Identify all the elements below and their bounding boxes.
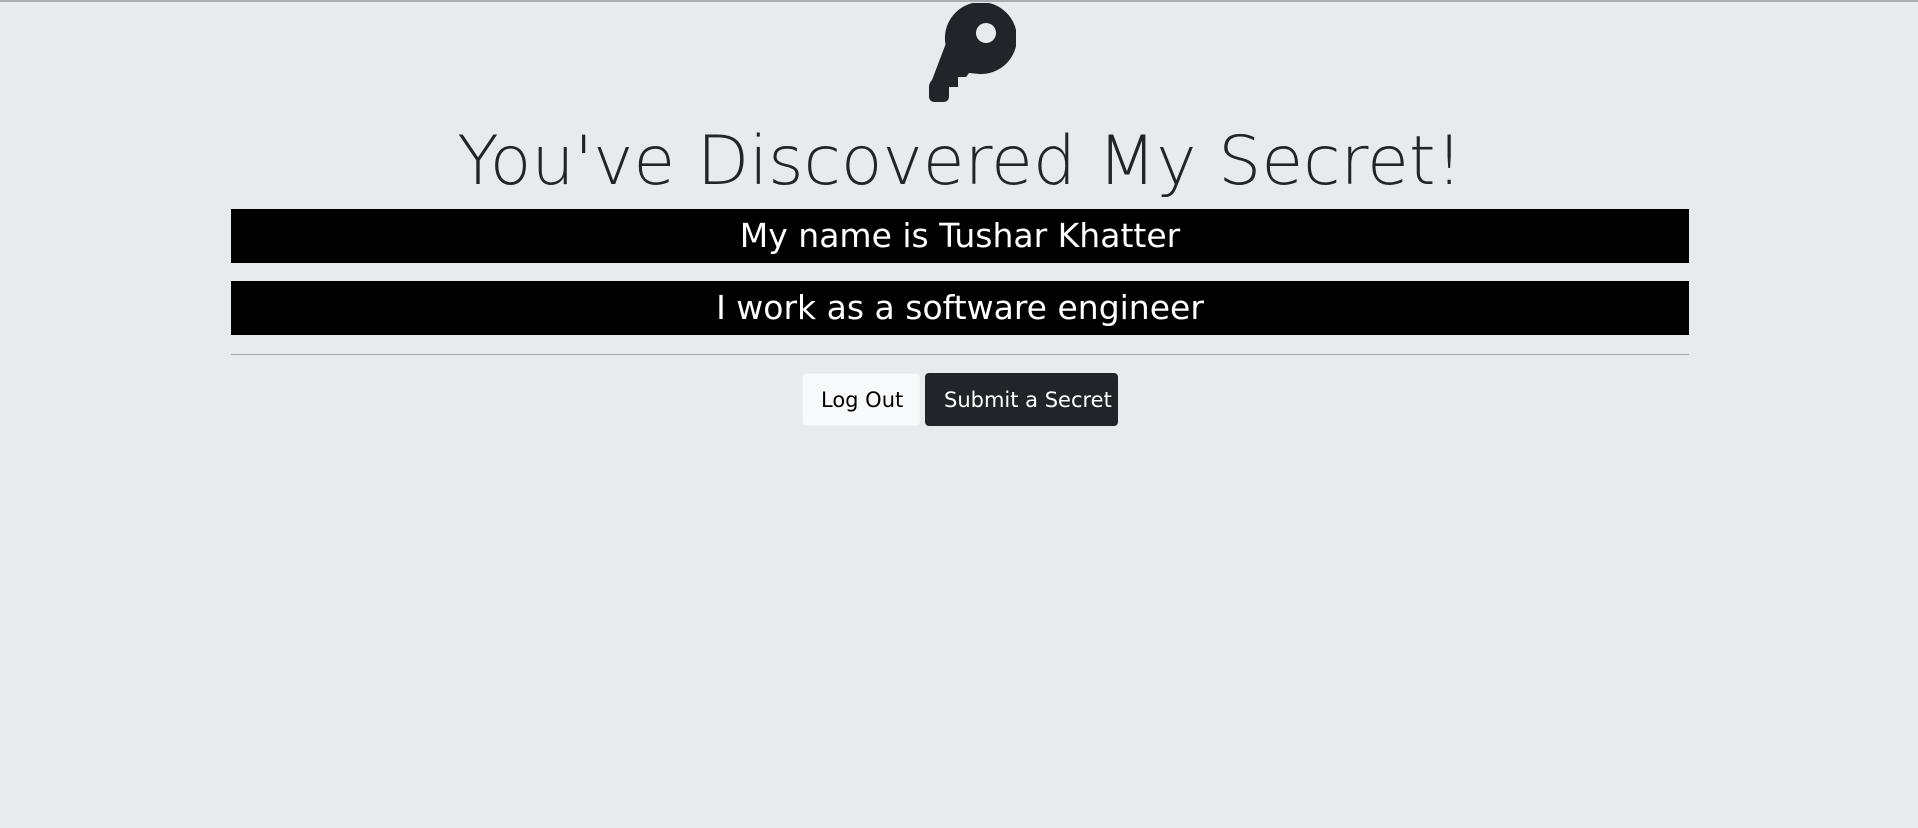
secrets-list: My name is Tushar Khatter I work as a so… [231, 209, 1689, 335]
action-buttons: Log Out Submit a Secret [231, 373, 1689, 426]
divider [231, 354, 1689, 355]
page-title: You've Discovered My Secret! [457, 122, 1463, 201]
logout-button[interactable]: Log Out [802, 373, 920, 426]
main-container: You've Discovered My Secret! My name is … [231, 0, 1689, 426]
submit-secret-button[interactable]: Submit a Secret [925, 373, 1118, 426]
key-icon [929, 3, 1016, 102]
secret-item: I work as a software engineer [231, 281, 1689, 335]
secret-item: My name is Tushar Khatter [231, 209, 1689, 263]
